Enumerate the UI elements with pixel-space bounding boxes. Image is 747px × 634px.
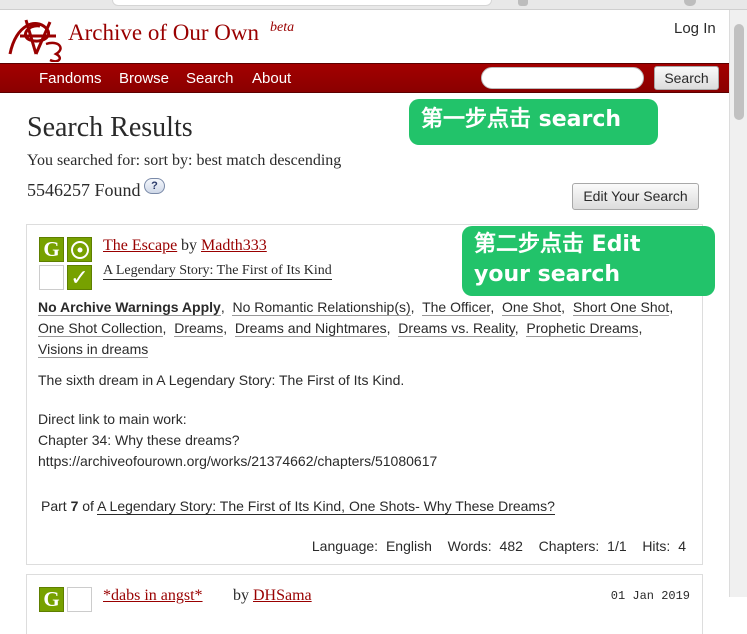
chapters-label: Chapters: xyxy=(538,538,600,554)
work-blurb: G *dabs in angst* by DHSama 01 Jan 2019 xyxy=(26,574,703,634)
by-label: by xyxy=(181,237,197,254)
tag-list: No Archive Warnings Apply, No Romantic R… xyxy=(38,299,674,358)
rating-general-icon[interactable]: G xyxy=(39,237,64,262)
tag-freeform[interactable]: One Shot Collection xyxy=(38,320,163,337)
words-value: 482 xyxy=(499,538,523,554)
nav-item-fandoms[interactable]: Fandoms xyxy=(39,70,102,87)
tag-freeform[interactable]: Dreams vs. Reality xyxy=(398,320,515,337)
annotation-step-1: 第一步点击 search xyxy=(409,99,658,145)
no-warnings-icon[interactable] xyxy=(39,265,64,290)
summary-text: Chapter 34: Why these dreams? xyxy=(38,432,240,448)
nav-item-search[interactable]: Search xyxy=(186,70,234,87)
annotation-step-2: 第二步点击 Edit your search xyxy=(462,226,715,296)
work-summary: The sixth dream in A Legendary Story: Th… xyxy=(38,370,688,490)
series-info: Part 7 of A Legendary Story: The First o… xyxy=(41,498,555,515)
category-gen-icon[interactable] xyxy=(67,237,92,262)
fandom-link[interactable]: A Legendary Story: The First of Its Kind xyxy=(103,263,332,280)
language-label: Language: xyxy=(311,538,379,554)
category-icon[interactable] xyxy=(67,587,92,612)
site-title[interactable]: Archive of Our Own xyxy=(68,20,259,46)
tag-warning[interactable]: No Archive Warnings Apply xyxy=(38,299,221,316)
by-label: by xyxy=(233,587,249,604)
hits-value: 4 xyxy=(678,538,686,554)
nav-item-about[interactable]: About xyxy=(252,70,291,87)
address-bar[interactable] xyxy=(112,0,492,6)
summary-url: https://archiveofourown.org/works/213746… xyxy=(38,453,438,469)
chapters-value: 1/1 xyxy=(607,538,627,554)
hits-label: Hits: xyxy=(642,538,671,554)
work-title-link[interactable]: *dabs in angst* xyxy=(103,587,203,605)
page-title: Search Results xyxy=(27,112,193,143)
login-link[interactable]: Log In xyxy=(674,20,716,37)
words-label: Words: xyxy=(447,538,492,554)
search-button[interactable]: Search xyxy=(654,66,719,90)
language-value: English xyxy=(385,538,432,554)
nav-item-browse[interactable]: Browse xyxy=(119,70,169,87)
work-stats: Language: English Words: 482 Chapters: 1… xyxy=(308,538,686,554)
beta-label: beta xyxy=(270,20,295,35)
summary-text: Direct link to main work: xyxy=(38,411,187,427)
tag-freeform[interactable]: Visions in dreams xyxy=(38,341,149,358)
tag-freeform[interactable]: Prophetic Dreams xyxy=(526,320,639,337)
search-input[interactable] xyxy=(481,67,644,89)
complete-check-icon[interactable]: ✓ xyxy=(67,265,92,290)
ao3-logo-icon[interactable] xyxy=(6,14,68,67)
browser-toolbar xyxy=(0,0,747,10)
tag-freeform[interactable]: Short One Shot xyxy=(572,299,670,316)
summary-text: The sixth dream in A Legendary Story: Th… xyxy=(38,372,405,388)
tag-relationship[interactable]: No Romantic Relationship(s) xyxy=(232,299,411,316)
tag-freeform[interactable]: Dreams and Nightmares xyxy=(234,320,387,337)
series-link[interactable]: A Legendary Story: The First of Its Kind… xyxy=(97,498,555,515)
extension-icon[interactable] xyxy=(518,0,528,6)
search-query-summary: You searched for: sort by: best match de… xyxy=(27,152,342,169)
edit-search-button[interactable]: Edit Your Search xyxy=(572,183,699,210)
author-link[interactable]: Madth333 xyxy=(201,237,267,255)
work-date: 01 Jan 2019 xyxy=(610,589,690,603)
series-part-number: 7 xyxy=(70,498,79,514)
profile-icon[interactable] xyxy=(684,0,696,6)
page-scrollbar[interactable] xyxy=(729,10,747,597)
author-link[interactable]: DHSama xyxy=(253,587,312,605)
work-title-link[interactable]: The Escape xyxy=(103,237,177,255)
primary-navigation: Fandoms Browse Search About Search xyxy=(0,63,729,93)
series-of-label: of xyxy=(82,498,94,514)
tag-freeform[interactable]: Dreams xyxy=(174,320,224,337)
scrollbar-thumb[interactable] xyxy=(734,24,744,120)
help-icon[interactable]: ? xyxy=(144,178,165,194)
series-part-label: Part xyxy=(41,498,67,514)
tag-freeform[interactable]: One Shot xyxy=(501,299,562,316)
tag-character[interactable]: The Officer xyxy=(422,299,491,316)
results-count: 5546257 Found xyxy=(27,180,141,200)
rating-general-icon[interactable]: G xyxy=(39,587,64,612)
site-header: Archive of Our Own beta Log In xyxy=(0,10,729,63)
